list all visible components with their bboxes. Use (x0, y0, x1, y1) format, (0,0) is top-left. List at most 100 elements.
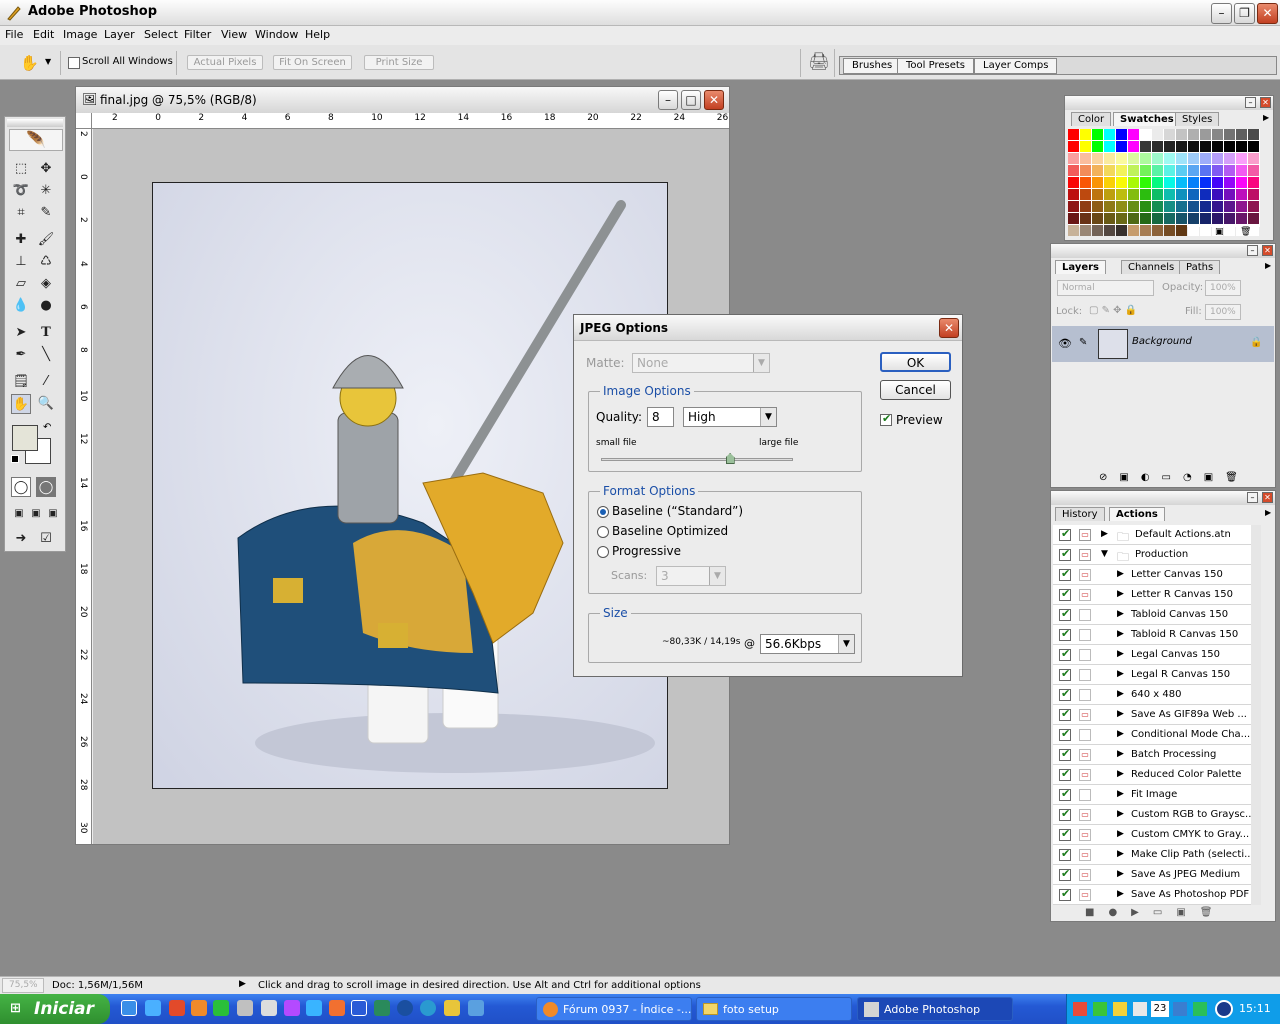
matte-select[interactable]: None ▼ (632, 353, 770, 373)
color-swatch[interactable] (1092, 189, 1103, 200)
menu-view[interactable]: View (221, 28, 247, 41)
color-swatch[interactable] (1224, 189, 1235, 200)
actual-pixels-button[interactable]: Actual Pixels (187, 55, 263, 70)
toggle-checkbox[interactable] (1059, 647, 1071, 661)
quicklaunch-photoshop-icon[interactable] (444, 1000, 460, 1016)
color-swatch[interactable] (1152, 153, 1163, 164)
expand-arrow-icon[interactable]: ▶ (1117, 709, 1124, 719)
palette-close-button[interactable]: ✕ (1262, 245, 1273, 256)
color-swatch[interactable] (1188, 129, 1199, 140)
color-swatch[interactable] (1104, 225, 1115, 236)
tray-icon[interactable] (1073, 1002, 1087, 1016)
close-button[interactable]: ✕ (1257, 3, 1278, 24)
color-swatch[interactable] (1188, 201, 1199, 212)
color-swatch[interactable] (1200, 153, 1211, 164)
menu-window[interactable]: Window (255, 28, 298, 41)
color-swatch[interactable] (1128, 129, 1139, 140)
color-swatch[interactable] (1176, 153, 1187, 164)
color-swatch[interactable] (1224, 225, 1235, 236)
menu-file[interactable]: File (5, 28, 23, 41)
color-swatch[interactable] (1128, 225, 1139, 236)
ok-button[interactable]: OK (880, 352, 951, 372)
minimize-button[interactable]: – (1211, 3, 1232, 24)
baseline-optimized-radio[interactable] (597, 526, 609, 538)
tray-icon[interactable] (1193, 1002, 1207, 1016)
action-row[interactable]: ▭ ▶ Save As Photoshop PDF (1053, 885, 1261, 905)
color-swatch[interactable] (1068, 141, 1079, 152)
toggle-checkbox[interactable] (1059, 847, 1071, 861)
actions-scrollbar[interactable] (1251, 525, 1261, 905)
expand-arrow-icon[interactable]: ▶ (1117, 769, 1124, 779)
action-row[interactable]: ▶ Legal R Canvas 150 (1053, 665, 1261, 685)
menu-edit[interactable]: Edit (33, 28, 54, 41)
tab-layers[interactable]: Layers (1055, 260, 1106, 274)
lasso-tool-icon[interactable]: ➰ (11, 181, 31, 201)
toggle-checkbox[interactable] (1059, 567, 1071, 581)
color-swatch[interactable] (1188, 141, 1199, 152)
quicklaunch-ie-icon[interactable] (145, 1000, 161, 1016)
palette-minimize-button[interactable]: – (1247, 245, 1258, 256)
dialog-toggle-icon[interactable]: ▭ (1079, 549, 1091, 561)
action-row[interactable]: ▭ ▶ Reduced Color Palette (1053, 765, 1261, 785)
color-swatch[interactable] (1104, 177, 1115, 188)
dialog-toggle-icon[interactable]: ▭ (1079, 869, 1091, 881)
dialog-toggle-icon[interactable]: ▭ (1079, 809, 1091, 821)
action-row[interactable]: ▭ ▶ Make Clip Path (selecti... (1053, 845, 1261, 865)
color-swatch[interactable] (1128, 201, 1139, 212)
quality-slider-track[interactable] (601, 458, 793, 461)
expand-arrow-icon[interactable]: ▶ (1101, 529, 1108, 539)
color-swatch[interactable] (1152, 213, 1163, 224)
toggle-checkbox[interactable] (1059, 707, 1071, 721)
palette-minimize-button[interactable]: – (1247, 492, 1258, 503)
color-swatch[interactable] (1200, 141, 1211, 152)
quicklaunch-publisher-icon[interactable] (374, 1000, 390, 1016)
eyedropper-icon[interactable]: ⁄ (36, 372, 56, 392)
standard-mode-icon[interactable]: ◯ (11, 477, 31, 497)
toggle-checkbox[interactable] (1059, 687, 1071, 701)
color-swatch[interactable] (1236, 165, 1247, 176)
color-swatch[interactable] (1128, 165, 1139, 176)
color-swatch[interactable] (1188, 189, 1199, 200)
tray-icon[interactable] (1133, 1002, 1147, 1016)
expand-arrow-icon[interactable]: ▶ (1117, 749, 1124, 759)
tab-brushes[interactable]: Brushes (843, 58, 902, 74)
task-forum[interactable]: Fórum 0937 - Índice -... (536, 997, 692, 1021)
jump-to-imageready-icon[interactable]: ➜ (11, 529, 31, 549)
color-swatch[interactable] (1140, 201, 1151, 212)
color-swatch[interactable] (1080, 201, 1091, 212)
color-swatch[interactable] (1212, 201, 1223, 212)
action-row[interactable]: ▭ ▶ Custom CMYK to Gray... (1053, 825, 1261, 845)
dialog-toggle-icon[interactable]: ▭ (1079, 569, 1091, 581)
connection-speed-select[interactable]: 56.6Kbps ▼ (760, 634, 855, 654)
color-swatch[interactable] (1200, 177, 1211, 188)
toggle-checkbox[interactable] (1059, 587, 1071, 601)
expand-arrow-icon[interactable]: ▶ (1117, 849, 1124, 859)
quicklaunch-app3-icon[interactable] (420, 1000, 436, 1016)
color-swatch[interactable] (1152, 129, 1163, 140)
dialog-toggle-icon[interactable] (1079, 729, 1091, 741)
color-swatch[interactable] (1248, 201, 1259, 212)
palette-menu-icon[interactable]: ▶ (1265, 508, 1271, 517)
line-tool-icon[interactable]: ╲ (36, 345, 56, 365)
color-swatch[interactable] (1140, 165, 1151, 176)
toggle-checkbox[interactable] (1059, 867, 1071, 881)
color-swatch[interactable] (1236, 177, 1247, 188)
quicklaunch-app-icon[interactable] (284, 1000, 300, 1016)
toggle-checkbox[interactable] (1059, 887, 1071, 901)
color-swatch[interactable] (1080, 225, 1091, 236)
color-swatch[interactable] (1200, 129, 1211, 140)
color-swatch[interactable] (1092, 153, 1103, 164)
color-swatch[interactable] (1128, 153, 1139, 164)
color-swatch[interactable] (1104, 141, 1115, 152)
color-swatch[interactable] (1152, 225, 1163, 236)
action-row[interactable]: ▭ ▶ Letter Canvas 150 (1053, 565, 1261, 585)
tab-tool-presets[interactable]: Tool Presets (897, 58, 974, 74)
quicklaunch-tool-icon[interactable] (261, 1000, 277, 1016)
layer-footer-icons[interactable]: ⊘▣◐▭◔▣🗑 (1099, 472, 1250, 483)
color-swatch[interactable] (1068, 201, 1079, 212)
scans-select[interactable]: 3 ▼ (656, 566, 726, 586)
color-swatch[interactable] (1152, 177, 1163, 188)
hand-tool-preset-icon[interactable]: ✋ (20, 54, 39, 72)
color-swatch[interactable] (1236, 129, 1247, 140)
dodge-tool-icon[interactable]: ● (36, 296, 56, 316)
